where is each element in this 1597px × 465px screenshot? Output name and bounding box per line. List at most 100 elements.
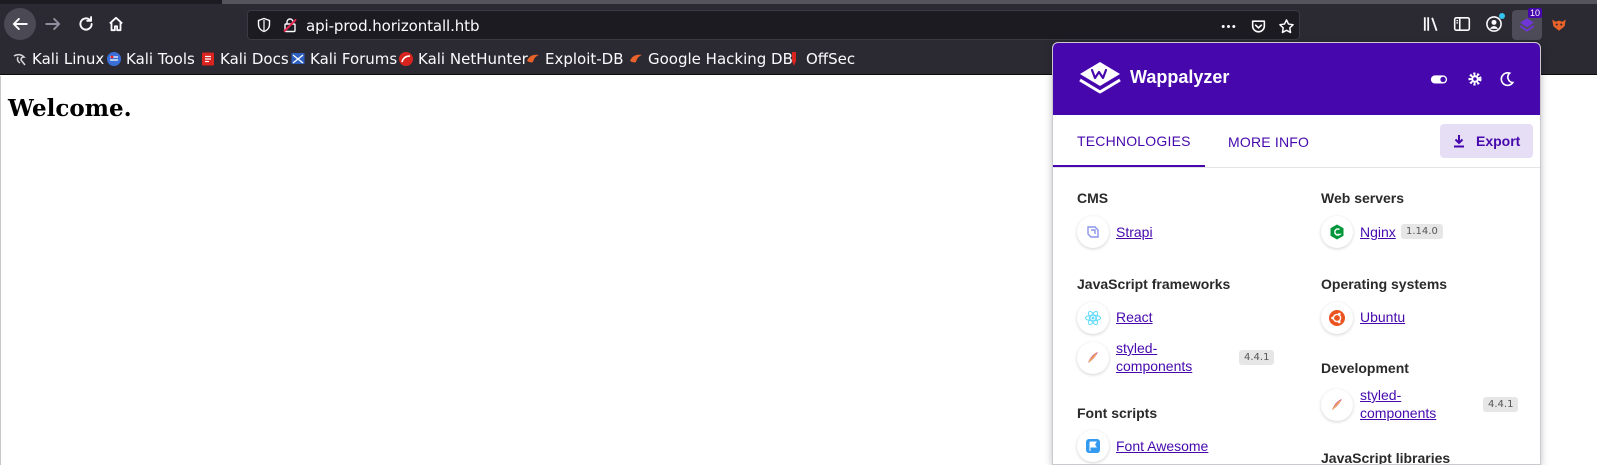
tab-more-info[interactable]: MORE INFO [1228, 134, 1309, 150]
bookmark-label: Kali Linux [32, 50, 105, 68]
enable-toggle[interactable] [1429, 69, 1449, 89]
tech-link-nginx[interactable]: Nginx [1360, 223, 1396, 241]
bookmark-kali-docs[interactable]: Kali Docs [200, 50, 289, 68]
page-heading: Welcome. [8, 95, 132, 122]
styled-components-icon [1321, 389, 1353, 421]
home-icon [109, 16, 123, 32]
bookmark-label: Exploit-DB [545, 50, 624, 68]
tab-technologies[interactable]: TECHNOLOGIES [1077, 133, 1191, 149]
more-dots-icon [1221, 24, 1235, 28]
reload-button[interactable] [70, 8, 102, 40]
wappalyzer-title: Wappalyzer [1130, 67, 1230, 87]
sidebar-icon [1453, 17, 1471, 31]
kali-forums-icon [291, 53, 305, 64]
bookmark-kali-tools[interactable]: Kali Tools [106, 50, 195, 68]
account-button[interactable] [1483, 13, 1505, 35]
insecure-lock-icon[interactable] [282, 17, 298, 33]
bookmark-label: Kali Tools [126, 50, 195, 68]
url-text[interactable]: api-prod.horizontall.htb [306, 17, 479, 35]
category-javascript-libraries: JavaScript libraries [1321, 450, 1451, 465]
version-badge: 4.4.1 [1239, 350, 1275, 365]
wappalyzer-extension-button[interactable]: 10 [1512, 8, 1542, 40]
kali-docs-icon [202, 52, 214, 66]
tech-name-line: components [1360, 405, 1437, 421]
library-button[interactable] [1420, 13, 1442, 35]
extension-fox-button[interactable] [1548, 13, 1570, 35]
bookmark-star-button[interactable] [1276, 16, 1296, 36]
ubuntu-icon [1321, 302, 1353, 334]
download-icon [1454, 135, 1464, 148]
tech-name-line: styled- [1360, 387, 1402, 403]
tech-link-styled-components[interactable]: styled- components [1360, 386, 1436, 422]
reload-icon [79, 16, 93, 31]
star-icon [1278, 18, 1294, 33]
export-label: Export [1476, 133, 1521, 149]
bookmark-kali-nethunter[interactable]: Kali NetHunter [398, 50, 528, 68]
tech-link-strapi[interactable]: Strapi [1116, 223, 1153, 241]
category-cms: CMS [1077, 190, 1109, 206]
bookmark-offsec[interactable]: OffSec [786, 50, 855, 68]
pocket-button[interactable] [1248, 16, 1268, 36]
bookmark-label: Kali NetHunter [418, 50, 528, 68]
wappalyzer-icon [1519, 18, 1535, 32]
moon-icon [1500, 71, 1515, 87]
font-awesome-icon [1077, 430, 1109, 462]
bookmark-kali-linux[interactable]: Kali Linux [12, 50, 104, 68]
tech-link-styled-components[interactable]: styled- components [1116, 339, 1192, 375]
settings-button[interactable] [1465, 69, 1485, 89]
gear-icon [1468, 72, 1482, 86]
library-icon [1423, 17, 1438, 32]
back-button[interactable] [4, 8, 36, 40]
extension-badge: 10 [1527, 8, 1542, 18]
category-font-scripts: Font scripts [1077, 405, 1158, 421]
pocket-icon [1251, 19, 1265, 33]
arrow-left-icon [12, 17, 28, 31]
nethunter-icon [399, 52, 413, 66]
toggle-icon [1430, 75, 1448, 84]
fox-icon [1552, 19, 1566, 31]
offsec-icon [792, 52, 796, 66]
category-operating-systems: Operating systems [1321, 276, 1448, 292]
url-bar[interactable]: api-prod.horizontall.htb [247, 10, 1300, 40]
category-development: Development [1321, 360, 1409, 376]
version-badge: 4.4.1 [1483, 397, 1519, 412]
bookmark-label: OffSec [806, 50, 856, 68]
bookmark-label: Kali Docs [220, 50, 289, 68]
tech-link-font-awesome[interactable]: Font Awesome [1116, 437, 1208, 455]
tracking-shield-icon[interactable] [256, 17, 272, 33]
tech-link-react[interactable]: React [1116, 308, 1153, 326]
export-button[interactable]: Export [1440, 124, 1533, 158]
page-actions-button[interactable] [1218, 16, 1238, 36]
tech-name-line: styled- [1116, 340, 1158, 356]
category-javascript-frameworks: JavaScript frameworks [1077, 276, 1231, 292]
sync-dot [1499, 13, 1505, 19]
tech-link-ubuntu[interactable]: Ubuntu [1360, 308, 1405, 326]
sidebar-button[interactable] [1451, 13, 1473, 35]
strapi-icon [1077, 216, 1109, 248]
react-icon [1077, 302, 1109, 334]
wappalyzer-logo-icon [1079, 62, 1121, 94]
bookmark-label: Kali Forums [310, 50, 398, 68]
tech-name-line: components [1116, 358, 1193, 374]
exploit-db-icon [527, 54, 539, 63]
page-edge [0, 76, 1, 465]
theme-toggle-button[interactable] [1497, 69, 1517, 89]
kali-dragon-icon [13, 53, 26, 66]
ghdb-icon [630, 54, 642, 63]
browser-toolbar: api-prod.horizontall.htb 10 [0, 4, 1597, 44]
kali-tools-icon [107, 52, 121, 66]
bookmark-label: Google Hacking DB [648, 50, 793, 68]
styled-components-icon [1077, 342, 1109, 374]
wappalyzer-popup: Wappalyzer TECHNOLOGIES MORE INFO Export… [1052, 42, 1541, 465]
nginx-icon [1321, 216, 1353, 248]
bookmark-kali-forums[interactable]: Kali Forums [290, 50, 397, 68]
version-badge: 1.14.0 [1401, 224, 1443, 239]
bookmark-google-hacking-db[interactable]: Google Hacking DB [628, 50, 793, 68]
wappalyzer-header: Wappalyzer [1053, 43, 1540, 115]
home-button[interactable] [100, 8, 132, 40]
active-tab-indicator [1053, 165, 1205, 167]
bookmark-exploit-db[interactable]: Exploit-DB [525, 50, 624, 68]
arrow-right-icon [45, 17, 61, 31]
forward-button[interactable] [37, 8, 69, 40]
category-web-servers: Web servers [1321, 190, 1405, 206]
